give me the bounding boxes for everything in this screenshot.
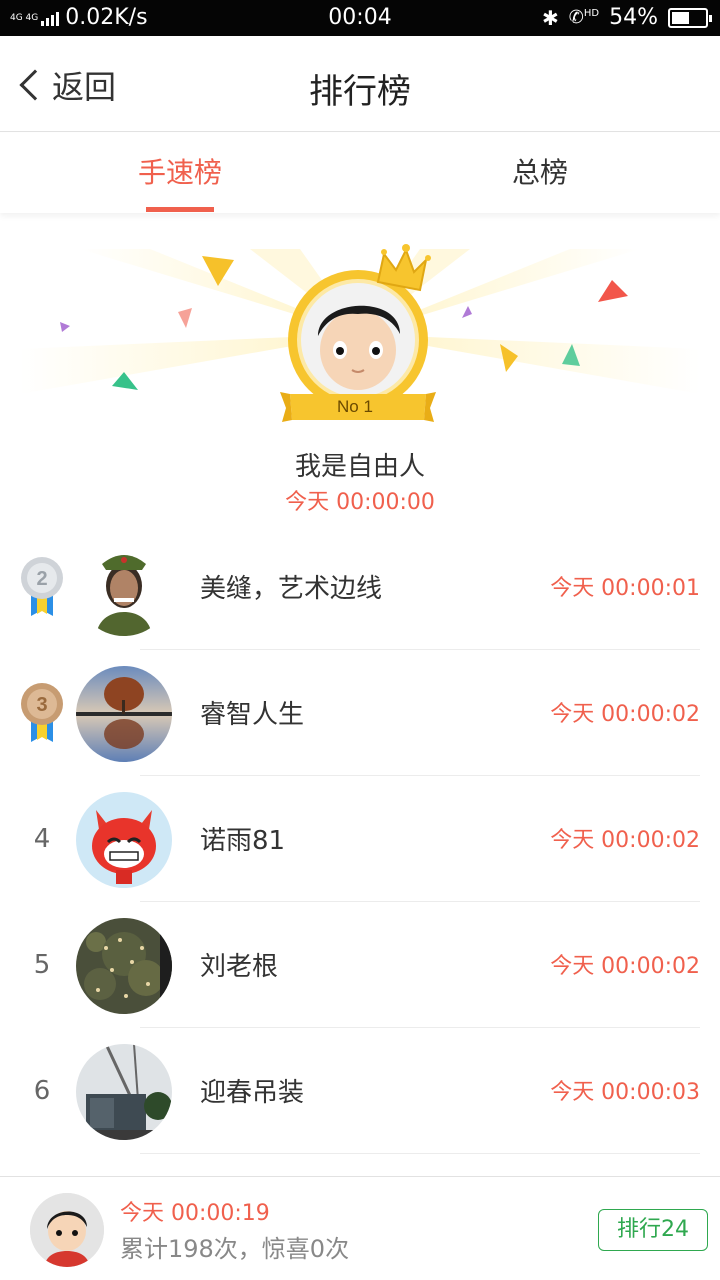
divider: [140, 1153, 700, 1154]
avatar[interactable]: [76, 540, 172, 636]
rank-number: 6: [33, 1076, 51, 1106]
champion-name: 我是自由人: [294, 452, 425, 482]
user-time: 今天 00:00:02: [550, 954, 700, 979]
my-time: 今天 00:00:19: [120, 1201, 270, 1226]
battery-icon: [668, 7, 712, 28]
user-time: 今天 00:00:01: [550, 576, 700, 601]
my-stats: 累计198次，惊喜0次: [120, 1235, 350, 1263]
nav-bar: 返回 排行榜: [0, 36, 720, 132]
ranking-list: 2 美缝，艺术边线 今天 00:00:01 3 睿智人生 今天 00:00:02…: [0, 524, 720, 1154]
status-bar: 4G 4G 0.02K/s 00:04 ✱ ✆HD 54%: [0, 0, 720, 36]
user-name: 诺雨81: [200, 826, 286, 856]
rank-number: 4: [33, 824, 51, 854]
tab-speed-ranking[interactable]: 手速榜: [0, 133, 360, 213]
list-item[interactable]: 6 迎春吊装 今天 00:00:03: [0, 1028, 720, 1154]
champion-illustration: No 1: [20, 244, 700, 422]
battery-percent: 54%: [609, 5, 658, 30]
tab-label: 总榜: [511, 156, 568, 189]
tab-active-indicator: [146, 207, 214, 212]
avatar[interactable]: [76, 918, 172, 1014]
call-hd-icon: ✆HD: [568, 7, 600, 28]
user-time: 今天 00:00:03: [550, 1080, 700, 1105]
user-time: 今天 00:00:02: [550, 828, 700, 853]
bluetooth-icon: ✱: [542, 5, 559, 30]
my-rank-button[interactable]: 排行24: [598, 1209, 708, 1251]
silver-medal-icon: 2: [21, 557, 63, 616]
svg-text:2: 2: [36, 568, 47, 590]
avatar[interactable]: [76, 666, 172, 762]
user-name: 美缝，艺术边线: [200, 574, 383, 604]
champion-time: 今天 00:00:00: [285, 490, 435, 515]
user-name: 睿智人生: [200, 700, 305, 730]
avatar[interactable]: [76, 792, 172, 888]
champion-badge-label: No 1: [337, 397, 373, 416]
list-item[interactable]: 4 诺雨81 今天 00:00:02: [0, 776, 720, 902]
user-time: 今天 00:00:02: [550, 702, 700, 727]
avatar[interactable]: [76, 1044, 172, 1140]
my-avatar[interactable]: [30, 1193, 104, 1267]
my-stats-bar: 今天 00:00:19 累计198次，惊喜0次 排行24: [0, 1176, 720, 1280]
list-item[interactable]: 3 睿智人生 今天 00:00:02: [0, 650, 720, 776]
tab-bar: 手速榜 总榜: [0, 133, 720, 213]
list-item[interactable]: 2 美缝，艺术边线 今天 00:00:01: [0, 524, 720, 650]
tab-overall-ranking[interactable]: 总榜: [360, 133, 720, 213]
tab-label: 手速榜: [137, 156, 222, 189]
bronze-medal-icon: 3: [21, 683, 63, 742]
rank-number: 5: [33, 950, 51, 980]
page-title: 排行榜: [309, 72, 411, 112]
user-name: 迎春吊装: [200, 1078, 305, 1108]
user-name: 刘老根: [200, 952, 279, 982]
svg-text:3: 3: [36, 694, 47, 716]
list-item[interactable]: 5 刘老根 今天 00:00:02: [0, 902, 720, 1028]
status-right: ✱ ✆HD 54%: [542, 5, 712, 30]
